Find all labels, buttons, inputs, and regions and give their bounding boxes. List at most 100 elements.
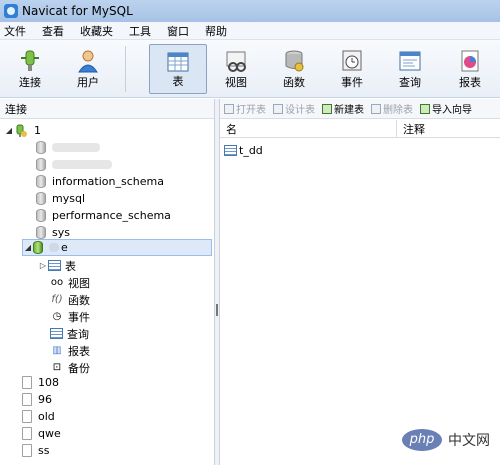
collapse-arrow-icon[interactable]: ◢ xyxy=(23,243,33,252)
open-table-label: 打开表 xyxy=(236,105,266,116)
table-row[interactable]: t_dd xyxy=(224,142,263,158)
function-button[interactable]: 函数 xyxy=(268,44,320,94)
function-icon xyxy=(285,50,304,72)
design-table-icon xyxy=(273,103,283,114)
connection-closed-icon xyxy=(22,444,32,457)
collapse-arrow-icon[interactable]: ◢ xyxy=(4,126,14,135)
toolbar-separator xyxy=(125,46,126,92)
tree-conn-qwe[interactable]: qwe xyxy=(22,425,61,442)
menu-file[interactable]: 文件 xyxy=(0,23,36,39)
connection-label: 连接 xyxy=(19,76,41,89)
menu-favorites[interactable]: 收藏夹 xyxy=(74,23,123,39)
connection-closed-icon xyxy=(22,393,32,406)
menu-bar: 文件 查看 收藏夹 工具 窗口 帮助 xyxy=(0,22,500,40)
connection-closed-icon xyxy=(22,376,32,389)
import-wizard-button[interactable]: 导入向导 xyxy=(420,101,472,116)
splitter-grip-icon[interactable] xyxy=(216,304,218,316)
tree-conn-108[interactable]: 108 xyxy=(22,374,59,391)
connection-icon xyxy=(21,50,39,71)
tree-conn-old[interactable]: old xyxy=(22,408,55,425)
tree-db-information-schema[interactable]: information_schema xyxy=(36,173,164,190)
user-label: 用户 xyxy=(77,76,99,89)
tree-conn-ss[interactable]: ss xyxy=(22,442,49,459)
table-name: t_dd xyxy=(239,143,263,157)
connection-header-label: 连接 xyxy=(5,102,27,116)
connection-closed-icon xyxy=(22,410,32,423)
blurred-name xyxy=(49,243,59,252)
watermark-text: 中文网 xyxy=(448,433,490,449)
database-name: performance_schema xyxy=(52,209,171,222)
import-wizard-label: 导入向导 xyxy=(432,105,472,116)
query-button[interactable]: 查询 xyxy=(384,44,436,94)
tree-db-performance-schema[interactable]: performance_schema xyxy=(36,207,171,224)
table-icon xyxy=(167,52,189,72)
tree-conn-96[interactable]: 96 xyxy=(22,391,52,408)
tree-reports[interactable]: ▥ 报表 xyxy=(50,342,90,359)
report-button[interactable]: 报表 xyxy=(444,44,496,94)
connection-name: ss xyxy=(38,444,50,457)
connection-button[interactable]: 连接 xyxy=(4,44,56,94)
view-button[interactable]: 视图 xyxy=(210,44,262,94)
connection-open-icon xyxy=(16,124,27,137)
database-icon xyxy=(36,192,46,205)
tree-tables[interactable]: ▷ 表 xyxy=(38,257,76,274)
connection-name: qwe xyxy=(38,427,61,440)
menu-window[interactable]: 窗口 xyxy=(161,23,199,39)
title-bar: Navicat for MySQL xyxy=(0,0,500,22)
connection-closed-icon xyxy=(22,427,32,440)
function-icon: f() xyxy=(51,293,63,305)
report-label: 报表 xyxy=(459,76,481,89)
tree-db-hidden-1[interactable] xyxy=(36,139,100,156)
view-label: 视图 xyxy=(225,76,247,89)
tree-queries[interactable]: 查询 xyxy=(50,325,89,342)
user-button[interactable]: 用户 xyxy=(62,44,114,94)
query-label: 查询 xyxy=(399,76,421,89)
new-table-icon xyxy=(322,103,332,114)
event-label: 事件 xyxy=(341,76,363,89)
database-name: mysql xyxy=(52,192,85,205)
tree-connection[interactable]: ◢ 1 xyxy=(4,122,41,139)
tree-events[interactable]: ◷ 事件 xyxy=(50,308,90,325)
view-icon xyxy=(226,51,246,72)
tree-db-selected[interactable]: ◢ e xyxy=(22,239,212,256)
tree-item-label: 备份 xyxy=(68,361,90,375)
design-table-label: 设计表 xyxy=(285,105,315,116)
function-label: 函数 xyxy=(283,76,305,89)
open-table-button[interactable]: 打开表 xyxy=(224,101,266,116)
tree-item-label: 表 xyxy=(65,259,76,273)
event-button[interactable]: 事件 xyxy=(326,44,378,94)
menu-tools[interactable]: 工具 xyxy=(123,23,161,39)
delete-table-button[interactable]: 删除表 xyxy=(371,101,413,116)
tree-db-mysql[interactable]: mysql xyxy=(36,190,85,207)
navicat-logo-icon xyxy=(4,4,18,18)
menu-help[interactable]: 帮助 xyxy=(199,23,237,39)
database-icon xyxy=(36,158,46,171)
tree-views[interactable]: oo 视图 xyxy=(50,274,90,291)
tree-item-label: 事件 xyxy=(68,310,90,324)
blurred-name xyxy=(52,160,112,169)
design-table-button[interactable]: 设计表 xyxy=(273,101,315,116)
connection-name: 108 xyxy=(38,376,59,389)
open-database-icon xyxy=(33,241,43,254)
connection-name: 96 xyxy=(38,393,52,406)
database-name-partial: e xyxy=(61,241,68,254)
table-icon xyxy=(48,260,61,271)
column-name-header[interactable]: 名 xyxy=(220,121,396,137)
delete-table-label: 删除表 xyxy=(383,105,413,116)
table-label: 表 xyxy=(172,75,184,88)
panel-splitter[interactable] xyxy=(214,99,220,465)
menu-view[interactable]: 查看 xyxy=(36,23,74,39)
column-comment-header[interactable]: 注释 xyxy=(397,121,497,137)
database-name: information_schema xyxy=(52,175,164,188)
tree-functions[interactable]: f() 函数 xyxy=(50,291,90,308)
view-icon: oo xyxy=(50,276,64,288)
new-table-button[interactable]: 新建表 xyxy=(322,101,364,116)
expand-arrow-icon[interactable]: ▷ xyxy=(38,261,48,270)
connection-tree[interactable]: ◢ 1 information_schema mysql performance… xyxy=(0,120,214,465)
import-wizard-icon xyxy=(420,103,430,114)
table-button[interactable]: 表 xyxy=(149,44,207,94)
window-title: Navicat for MySQL xyxy=(22,4,133,18)
query-icon xyxy=(399,51,421,71)
delete-table-icon xyxy=(371,103,381,114)
tree-db-hidden-2[interactable] xyxy=(36,156,112,173)
